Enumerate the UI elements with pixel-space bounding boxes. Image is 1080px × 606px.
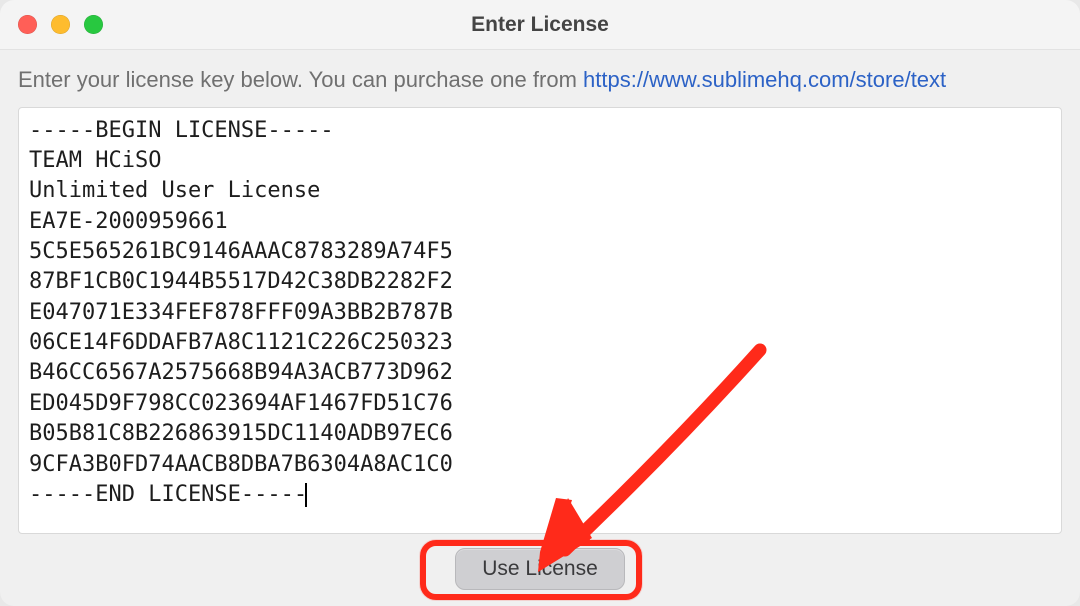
text-cursor-icon [305,483,307,507]
prompt-text: Enter your license key below. You can pu… [18,66,1062,95]
license-text: -----BEGIN LICENSE----- TEAM HCiSO Unlim… [29,118,453,507]
license-key-input[interactable]: -----BEGIN LICENSE----- TEAM HCiSO Unlim… [18,107,1062,534]
prompt-prefix: Enter your license key below. You can pu… [18,67,583,92]
traffic-lights [18,15,103,34]
purchase-link[interactable]: https://www.sublimehq.com/store/text [583,67,946,92]
titlebar: Enter License [0,0,1080,50]
zoom-icon[interactable] [84,15,103,34]
close-icon[interactable] [18,15,37,34]
minimize-icon[interactable] [51,15,70,34]
use-license-button[interactable]: Use License [455,548,625,590]
window-title: Enter License [18,13,1062,37]
dialog-body: Enter your license key below. You can pu… [0,50,1080,606]
button-row: Use License [18,534,1062,594]
license-dialog-window: Enter License Enter your license key bel… [0,0,1080,606]
